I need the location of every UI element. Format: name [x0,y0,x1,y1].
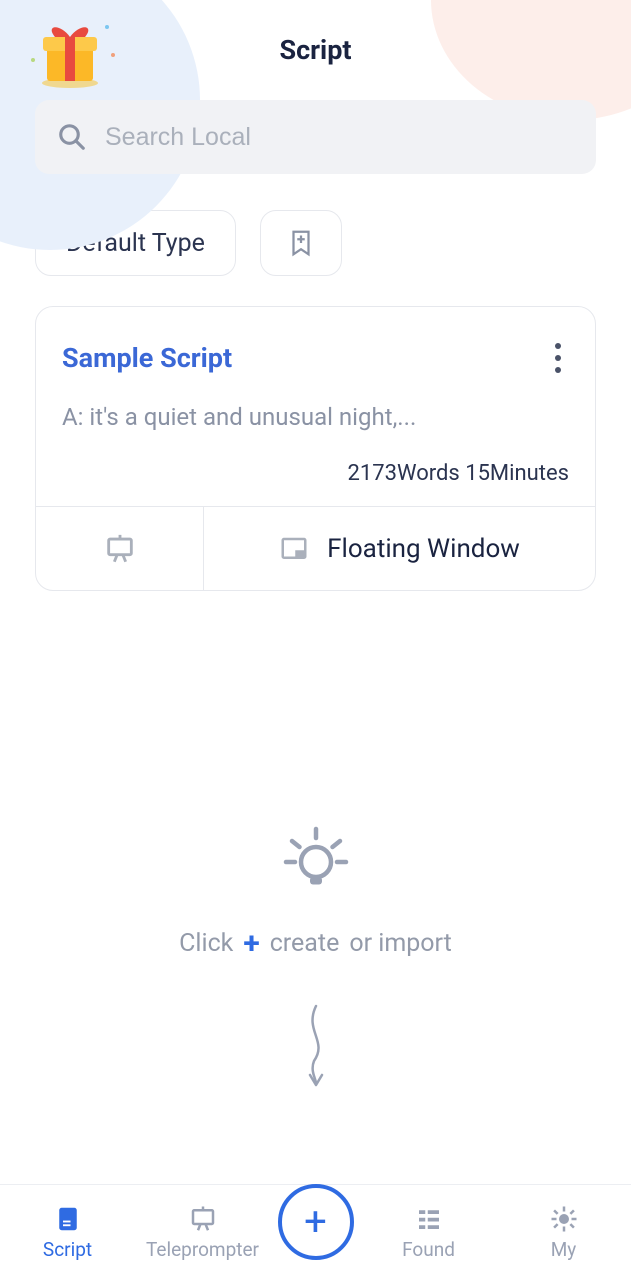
empty-hint: Click + create or import [0,820,631,1095]
floating-window-button[interactable]: Floating Window [204,507,595,590]
nav-found[interactable]: Found [369,1204,489,1261]
script-stats: 2173Words 15Minutes [62,461,569,486]
lightbulb-icon [280,820,352,892]
hint-create: create [270,929,340,958]
teleprompter-icon [188,1204,218,1234]
add-category-button[interactable] [260,210,342,276]
nav-my-label: My [551,1238,577,1261]
add-script-fab[interactable]: + [278,1184,354,1260]
hint-plus: + [243,926,259,961]
plus-icon: + [304,1202,327,1242]
board-mode-button[interactable] [36,507,204,590]
nav-script[interactable]: Script [8,1204,128,1261]
search-bar[interactable] [35,100,596,174]
nav-script-label: Script [43,1238,92,1261]
nav-teleprompter-label: Teleprompter [146,1238,259,1261]
dot-icon [555,355,561,361]
script-card: Sample Script A: it's a quiet and unusua… [35,306,596,591]
bookmark-plus-icon [286,228,316,258]
search-icon [57,122,87,152]
gift-icon[interactable] [25,15,120,94]
arrow-down-icon [296,1001,336,1095]
nav-teleprompter[interactable]: Teleprompter [143,1204,263,1261]
floating-window-label: Floating Window [327,534,520,564]
dot-icon [555,367,561,373]
found-icon [414,1204,444,1234]
hint-or-import: or import [349,929,452,958]
hint-text: Click + create or import [179,926,452,961]
dot-icon [555,343,561,349]
search-input[interactable] [105,123,574,152]
gear-icon [549,1204,579,1234]
nav-found-label: Found [402,1238,455,1261]
script-title: Sample Script [62,342,232,374]
script-card-body[interactable]: Sample Script A: it's a quiet and unusua… [36,307,595,506]
script-preview: A: it's a quiet and unusual night,... [62,403,569,431]
more-menu-button[interactable] [547,335,569,381]
script-icon [53,1204,83,1234]
page-title: Script [279,34,351,66]
nav-my[interactable]: My [504,1204,624,1261]
hint-click: Click [179,929,233,958]
floating-window-icon [279,534,309,564]
board-icon [103,532,137,566]
